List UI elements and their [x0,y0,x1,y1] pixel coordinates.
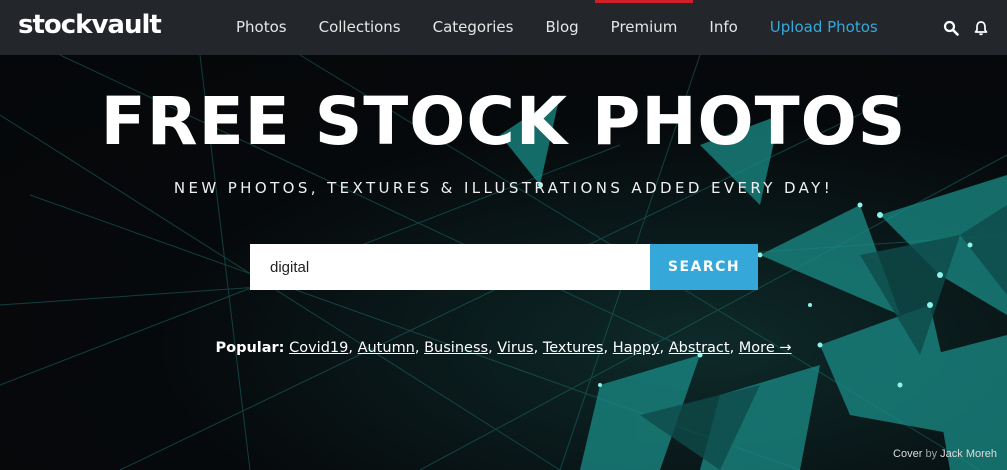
popular-link-autumn[interactable]: Autumn [358,340,415,356]
nav-icons [943,0,989,55]
main-menu: Photos Collections Categories Blog Premi… [220,0,894,55]
search-button[interactable]: SEARCH [650,244,758,290]
search-form: SEARCH [250,244,758,290]
credit-by: by [925,448,938,460]
nav-upload-photos[interactable]: Upload Photos [754,0,894,55]
nav-info[interactable]: Info [693,0,753,55]
popular-link-covid19[interactable]: Covid19 [289,340,348,356]
popular-link-happy[interactable]: Happy [613,340,660,356]
credit-author[interactable]: Jack Moreh [940,448,997,460]
search-input[interactable] [250,244,650,290]
nav-photos[interactable]: Photos [220,0,303,55]
cover-credit: Cover by Jack Moreh [893,448,997,460]
popular-link-virus[interactable]: Virus [497,340,533,356]
hero-subtitle: NEW PHOTOS, TEXTURES & ILLUSTRATIONS ADD… [173,179,834,197]
credit-prefix: Cover [893,448,923,460]
popular-link-abstract[interactable]: Abstract [669,340,730,356]
popular-link-textures[interactable]: Textures [543,340,604,356]
nav-premium[interactable]: Premium [594,0,694,55]
nav-categories[interactable]: Categories [417,0,530,55]
nav-collections[interactable]: Collections [303,0,417,55]
bell-icon[interactable] [973,20,989,36]
top-nav: stockvault Photos Collections Categories… [0,0,1007,55]
stockvault-logo[interactable]: stockvault [18,10,162,40]
popular-label: Popular: [215,340,285,356]
more-link[interactable]: More → [739,340,792,356]
hero-title: FREE STOCK PHOTOS [100,83,907,160]
nav-blog[interactable]: Blog [529,0,594,55]
search-icon[interactable] [943,20,959,36]
popular-link-business[interactable]: Business [424,340,488,356]
popular-searches: Popular: Covid19, Autumn, Business, Viru… [215,340,792,356]
hero-banner: FREE STOCK PHOTOS NEW PHOTOS, TEXTURES &… [0,55,1007,470]
